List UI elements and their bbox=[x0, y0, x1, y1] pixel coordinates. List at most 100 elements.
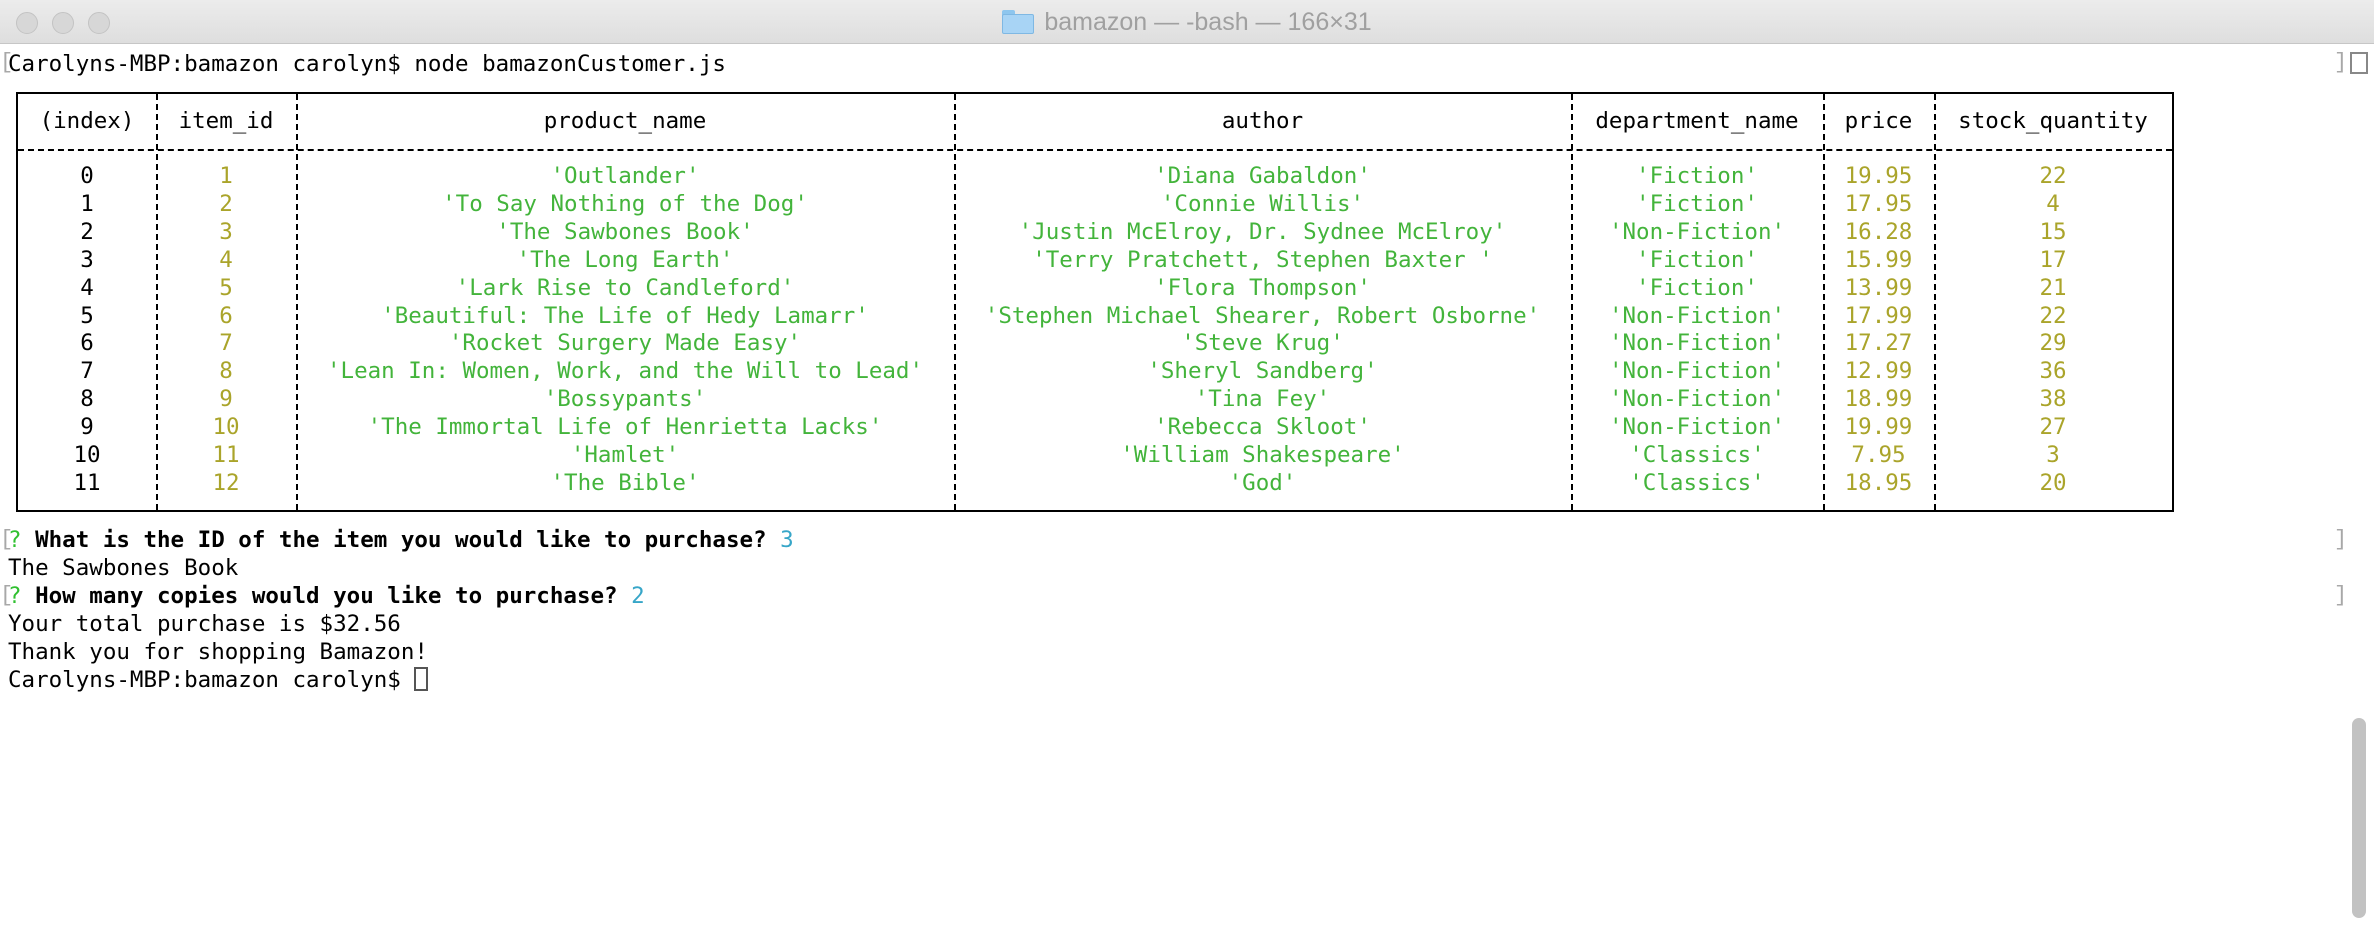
cell-department-name: 'Non-Fiction' bbox=[1608, 218, 1786, 245]
cell-stock-quantity: 20 bbox=[2039, 469, 2067, 496]
cell-author: 'Steve Krug' bbox=[1181, 330, 1344, 357]
cell-product-name: 'Outlander' bbox=[550, 163, 700, 189]
cell-stock-quantity: 22 bbox=[2039, 302, 2067, 329]
window-title: bamazon — -bash — 166×31 bbox=[1044, 7, 1372, 36]
answer-1: 3 bbox=[780, 527, 794, 553]
cell-item-id: 12 bbox=[212, 469, 240, 496]
cell-stock-quantity: 36 bbox=[2039, 358, 2067, 385]
cell-item-id: 6 bbox=[219, 302, 233, 329]
cell-product-name: 'To Say Nothing of the Dog' bbox=[442, 190, 808, 217]
cell-index: 1 bbox=[80, 190, 94, 217]
cell-price: 18.95 bbox=[1844, 469, 1913, 496]
header-stock-quantity: stock_quantity bbox=[1958, 108, 2148, 134]
cell-product-name: 'The Sawbones Book' bbox=[496, 218, 754, 245]
cell-author: 'Rebecca Skloot' bbox=[1154, 414, 1371, 441]
cell-index: 11 bbox=[73, 469, 101, 496]
prompt-mark: ? bbox=[8, 527, 22, 553]
cell-department-name: 'Non-Fiction' bbox=[1608, 330, 1786, 357]
cell-item-id: 8 bbox=[219, 358, 233, 385]
cell-author: 'God' bbox=[1228, 469, 1297, 496]
cell-product-name: 'The Long Earth' bbox=[516, 246, 734, 273]
cell-product-name: 'Beautiful: The Life of Hedy Lamarr' bbox=[381, 302, 869, 329]
text-cursor[interactable] bbox=[414, 667, 429, 691]
cell-product-name: 'Bossypants' bbox=[543, 386, 707, 413]
cell-index: 10 bbox=[73, 442, 101, 468]
cell-item-id: 5 bbox=[219, 274, 233, 301]
cell-department-name: 'Non-Fiction' bbox=[1608, 358, 1786, 385]
cell-department-name: 'Classics' bbox=[1629, 442, 1765, 468]
question-2: How many copies would you like to purcha… bbox=[35, 583, 618, 609]
cell-department-name: 'Fiction' bbox=[1636, 190, 1758, 217]
command-line: Carolyns-MBP:bamazon carolyn$ node bamaz… bbox=[8, 51, 726, 77]
cell-index: 5 bbox=[80, 302, 94, 329]
cell-item-id: 1 bbox=[219, 163, 233, 189]
cell-stock-quantity: 17 bbox=[2039, 246, 2067, 273]
cell-index: 6 bbox=[80, 330, 94, 357]
cell-author: 'Sheryl Sandberg' bbox=[1147, 358, 1378, 385]
cell-index: 8 bbox=[80, 386, 94, 413]
cell-stock-quantity: 22 bbox=[2039, 163, 2067, 189]
cell-price: 19.99 bbox=[1844, 414, 1913, 441]
answer-2: 2 bbox=[631, 583, 645, 609]
cell-department-name: 'Non-Fiction' bbox=[1608, 302, 1786, 329]
cell-stock-quantity: 27 bbox=[2039, 414, 2067, 441]
cell-stock-quantity: 4 bbox=[2046, 190, 2060, 217]
cell-item-id: 7 bbox=[219, 330, 233, 357]
header-product-name: product_name bbox=[543, 108, 707, 134]
final-prompt-line[interactable]: Carolyns-MBP:bamazon carolyn$ bbox=[8, 666, 794, 694]
cell-author: 'Tina Fey' bbox=[1194, 386, 1331, 413]
cell-price: 17.27 bbox=[1844, 330, 1913, 357]
cell-price: 12.99 bbox=[1844, 358, 1913, 385]
products-table: (index) item_id product_name author departme… bbox=[16, 92, 2174, 512]
cell-price: 19.95 bbox=[1844, 163, 1913, 189]
cell-index: 7 bbox=[80, 358, 94, 385]
header-price: price bbox=[1844, 108, 1913, 134]
terminal-output[interactable]: Carolyns-MBP:bamazon carolyn$ node bamaz… bbox=[8, 50, 726, 78]
cell-product-name: 'Rocket Surgery Made Easy' bbox=[448, 330, 802, 357]
cell-product-name: 'Hamlet' bbox=[570, 442, 680, 468]
line-marker: ] bbox=[2334, 583, 2348, 608]
terminal-window: bamazon — -bash — 166×31 ] ] ] [ [ [ Car… bbox=[0, 0, 2374, 928]
cell-stock-quantity: 15 bbox=[2039, 218, 2067, 245]
thanks-line: Thank you for shopping Bamazon! bbox=[8, 639, 428, 665]
cell-product-name: 'Lean In: Women, Work, and the Will to L… bbox=[326, 358, 924, 385]
cell-department-name: 'Non-Fiction' bbox=[1608, 414, 1786, 441]
line-marker: ] bbox=[2334, 527, 2348, 552]
header-item-id: item_id bbox=[178, 108, 274, 134]
cell-department-name: 'Fiction' bbox=[1636, 274, 1758, 301]
title-bar[interactable]: bamazon — -bash — 166×31 bbox=[0, 0, 2374, 44]
cell-product-name: 'Lark Rise to Candleford' bbox=[455, 274, 795, 301]
terminal-session[interactable]: ? What is the ID of the item you would l… bbox=[8, 526, 794, 694]
cell-author: 'William Shakespeare' bbox=[1120, 442, 1405, 468]
final-prompt: Carolyns-MBP:bamazon carolyn$ bbox=[8, 667, 415, 693]
header-author: author bbox=[1221, 108, 1304, 134]
line-marker: ] bbox=[2334, 50, 2348, 75]
cell-item-id: 11 bbox=[212, 442, 240, 468]
cell-index: 3 bbox=[80, 246, 94, 273]
cell-price: 15.99 bbox=[1844, 246, 1913, 273]
cell-index: 0 bbox=[80, 163, 94, 189]
header-index: (index) bbox=[39, 108, 135, 134]
cell-stock-quantity: 21 bbox=[2039, 274, 2067, 301]
header-separator bbox=[18, 149, 2172, 151]
cell-price: 17.99 bbox=[1844, 302, 1913, 329]
cell-item-id: 9 bbox=[219, 386, 233, 413]
cell-price: 16.28 bbox=[1844, 218, 1913, 245]
window-title-area: bamazon — -bash — 166×31 bbox=[0, 0, 2374, 44]
bookmark-icon bbox=[2350, 52, 2368, 74]
cell-department-name: 'Fiction' bbox=[1636, 163, 1758, 189]
cell-price: 17.95 bbox=[1844, 190, 1913, 217]
cell-author: 'Terry Pratchett, Stephen Baxter ' bbox=[1032, 246, 1493, 273]
vertical-scrollbar[interactable] bbox=[2352, 718, 2366, 918]
cell-index: 9 bbox=[80, 414, 94, 441]
cell-product-name: 'The Immortal Life of Henrietta Lacks' bbox=[367, 414, 883, 441]
folder-icon bbox=[1002, 10, 1035, 34]
cell-author: 'Connie Willis' bbox=[1160, 190, 1365, 217]
cell-index: 2 bbox=[80, 218, 94, 245]
selected-item: The Sawbones Book bbox=[8, 555, 239, 581]
cell-author: 'Diana Gabaldon' bbox=[1154, 163, 1371, 189]
cell-department-name: 'Classics' bbox=[1629, 469, 1765, 496]
cell-author: 'Justin McElroy, Dr. Sydnee McElroy' bbox=[1018, 218, 1507, 245]
cell-stock-quantity: 38 bbox=[2039, 386, 2067, 413]
cell-stock-quantity: 3 bbox=[2046, 442, 2060, 468]
